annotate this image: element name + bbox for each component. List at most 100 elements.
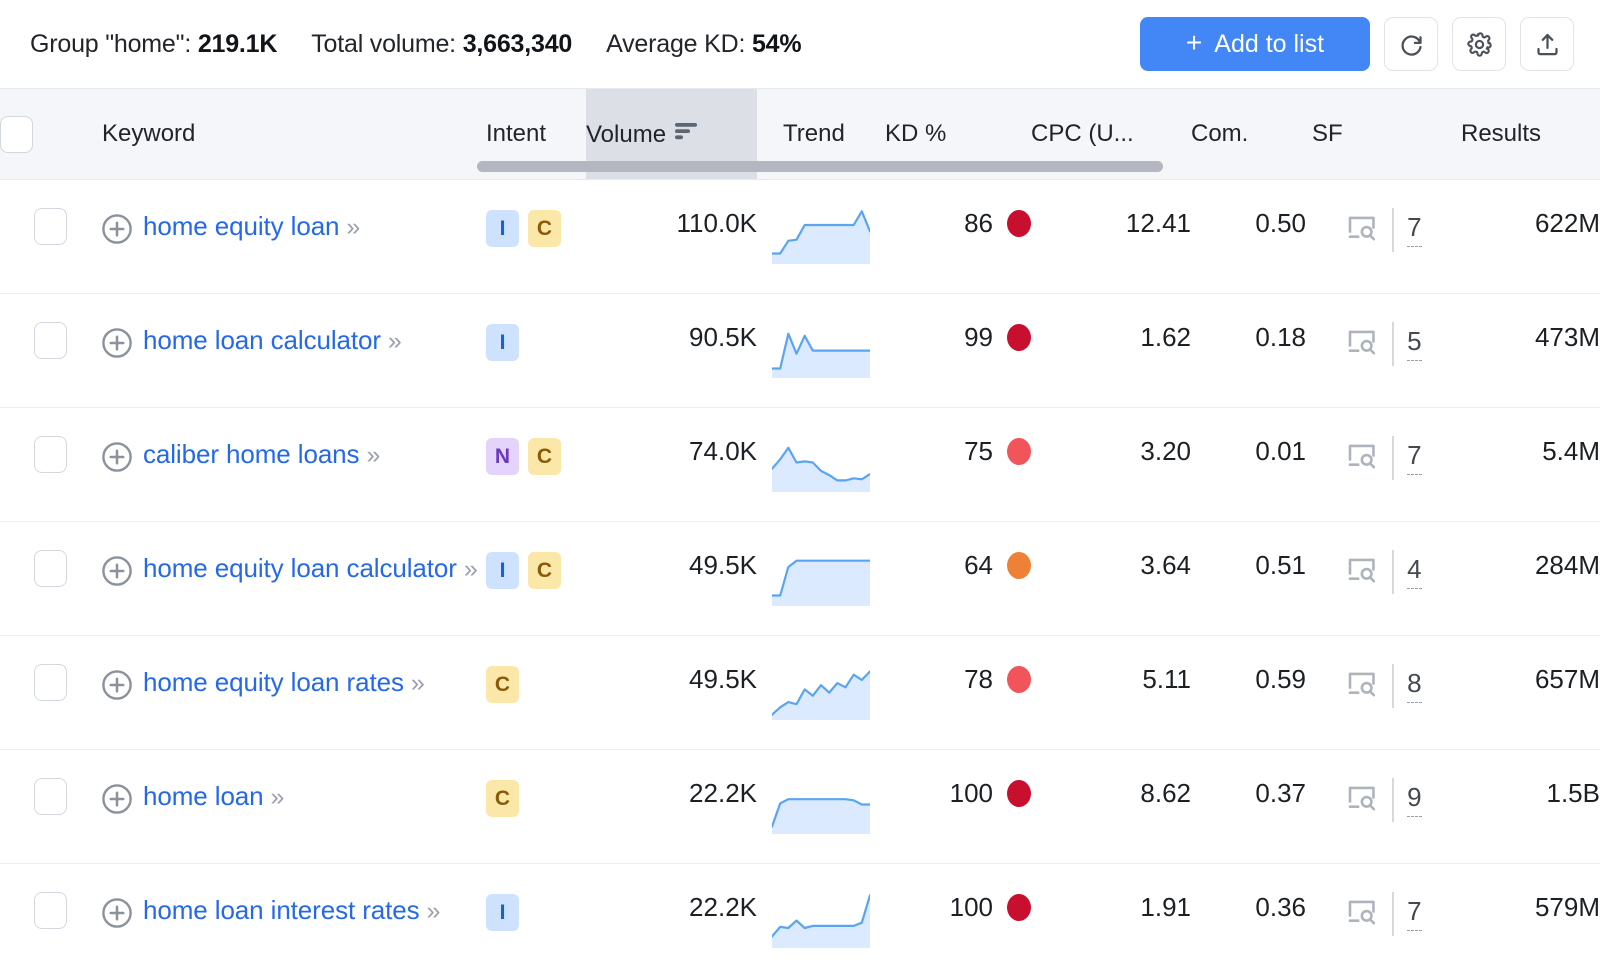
refresh-button[interactable] (1384, 17, 1438, 71)
trend-cell[interactable] (757, 180, 885, 293)
trend-cell[interactable] (757, 294, 885, 407)
results-value: 657M (1534, 664, 1600, 694)
intent-tag-c[interactable]: C (486, 666, 519, 703)
row-checkbox[interactable] (33, 664, 67, 701)
column-header-kd[interactable]: KD % (885, 120, 1031, 148)
keyword-link[interactable]: home equity loan rates» (143, 665, 425, 700)
intent-tag-c[interactable]: C (486, 780, 519, 817)
export-button[interactable] (1520, 17, 1574, 71)
keyword-expand-icon[interactable]: » (388, 327, 402, 355)
add-to-list-button[interactable]: + Add to list (1140, 17, 1370, 71)
keyword-expand-icon[interactable]: » (427, 897, 441, 925)
column-header-keyword[interactable]: Keyword (100, 120, 486, 148)
row-checkbox[interactable] (33, 208, 67, 245)
serp-features-count[interactable]: 8 (1407, 668, 1422, 703)
row-select-cell (0, 180, 100, 274)
intent-tag-i[interactable]: I (486, 324, 519, 361)
keyword-link[interactable]: home equity loan» (143, 209, 360, 244)
serp-features-count[interactable]: 7 (1407, 896, 1422, 931)
add-keyword-icon[interactable] (100, 782, 134, 821)
keyword-expand-icon[interactable]: » (346, 213, 360, 241)
results-value: 5.4M (1542, 436, 1600, 466)
row-checkbox[interactable] (33, 892, 67, 929)
serp-preview-icon[interactable] (1345, 783, 1379, 818)
column-header-intent[interactable]: Intent (486, 120, 586, 148)
row-checkbox[interactable] (33, 778, 67, 815)
table-row[interactable]: home loan» C 22.2K 100 8.62 0.37 9 1.5B (0, 750, 1600, 864)
group-value: 219.1K (197, 29, 278, 58)
competition-value: 0.37 (1255, 778, 1306, 808)
column-header-results[interactable]: Results (1461, 120, 1600, 148)
column-header-cpc[interactable]: CPC (U... (1031, 120, 1191, 148)
keyword-link[interactable]: caliber home loans» (143, 437, 380, 472)
table-row[interactable]: home loan interest rates» I 22.2K 100 1.91 0.… (0, 864, 1600, 964)
serp-preview-icon[interactable] (1345, 441, 1379, 476)
keyword-expand-icon[interactable]: » (271, 783, 285, 811)
row-select-cell (0, 522, 100, 616)
add-keyword-icon[interactable] (100, 554, 134, 593)
column-header-sf[interactable]: SF (1306, 120, 1461, 148)
row-checkbox[interactable] (33, 322, 67, 359)
keyword-expand-icon[interactable]: » (464, 555, 478, 583)
serp-features-count[interactable]: 7 (1407, 212, 1422, 247)
results-cell: 284M (1461, 522, 1600, 610)
serp-preview-icon[interactable] (1345, 213, 1379, 248)
keyword-link[interactable]: home loan calculator» (143, 323, 402, 358)
keyword-expand-icon[interactable]: » (366, 441, 380, 469)
column-header-trend[interactable]: Trend (757, 120, 885, 148)
serp-features-cell: 7 (1306, 180, 1461, 281)
table-row[interactable]: home equity loan rates» C 49.5K 78 5.11 0.59 8… (0, 636, 1600, 750)
kd-difficulty-dot (1007, 552, 1031, 579)
intent-tag-c[interactable]: C (528, 552, 561, 589)
divider (1392, 778, 1395, 822)
intent-tag-i[interactable]: I (486, 210, 519, 247)
results-cell: 579M (1461, 864, 1600, 952)
add-keyword-icon[interactable] (100, 326, 134, 365)
serp-features-count[interactable]: 9 (1407, 782, 1422, 817)
column-header-com[interactable]: Com. (1191, 120, 1306, 148)
add-keyword-icon[interactable] (100, 896, 134, 935)
intent-tag-c[interactable]: C (528, 210, 561, 247)
row-checkbox[interactable] (33, 550, 67, 587)
column-header-volume[interactable]: Volume (586, 120, 757, 149)
serp-preview-icon[interactable] (1345, 327, 1379, 362)
keyword-expand-icon[interactable]: » (411, 669, 425, 697)
add-keyword-icon[interactable] (100, 212, 134, 251)
keyword-link[interactable]: home equity loan calculator» (143, 551, 478, 586)
trend-cell[interactable] (757, 750, 885, 863)
intent-tag-i[interactable]: I (486, 894, 519, 931)
serp-features-cell: 7 (1306, 864, 1461, 964)
intent-tag-c[interactable]: C (528, 438, 561, 475)
trend-cell[interactable] (757, 522, 885, 635)
add-keyword-icon[interactable] (100, 668, 134, 707)
serp-preview-icon[interactable] (1345, 555, 1379, 590)
table-row[interactable]: home equity loan calculator» I C 49.5K 64 3.6… (0, 522, 1600, 636)
table-row[interactable]: home equity loan» I C 110.0K 86 12.41 0.50 7 622… (0, 180, 1600, 294)
keyword-link[interactable]: home loan» (143, 779, 285, 814)
intent-tag-n[interactable]: N (486, 438, 519, 475)
table-row[interactable]: home loan calculator» I 90.5K 99 1.62 0.18 5 47… (0, 294, 1600, 408)
add-keyword-icon[interactable] (100, 440, 134, 479)
horizontal-scrollbar[interactable] (477, 161, 1163, 172)
table-row[interactable]: caliber home loans» N C 74.0K 75 3.20 0.01 7 5.4… (0, 408, 1600, 522)
kd-value: 99 (964, 322, 993, 352)
serp-features-count[interactable]: 7 (1407, 440, 1422, 475)
trend-cell[interactable] (757, 636, 885, 749)
results-value: 622M (1534, 208, 1600, 238)
keyword-link[interactable]: home loan interest rates» (143, 893, 441, 928)
trend-cell[interactable] (757, 864, 885, 964)
cpc-value: 3.64 (1140, 550, 1191, 580)
kd-value: 64 (964, 550, 993, 580)
serp-features-count[interactable]: 4 (1407, 554, 1422, 589)
keyword-cell: home loan» (100, 750, 486, 850)
intent-tag-i[interactable]: I (486, 552, 519, 589)
trend-cell[interactable] (757, 408, 885, 521)
serp-features-count[interactable]: 5 (1407, 326, 1422, 361)
row-checkbox[interactable] (33, 436, 67, 473)
select-all-checkbox[interactable] (0, 115, 33, 153)
serp-preview-icon[interactable] (1345, 897, 1379, 932)
group-label: Group "home": (30, 29, 192, 58)
settings-button[interactable] (1452, 17, 1506, 71)
competition-cell: 0.36 (1191, 864, 1306, 952)
serp-preview-icon[interactable] (1345, 669, 1379, 704)
